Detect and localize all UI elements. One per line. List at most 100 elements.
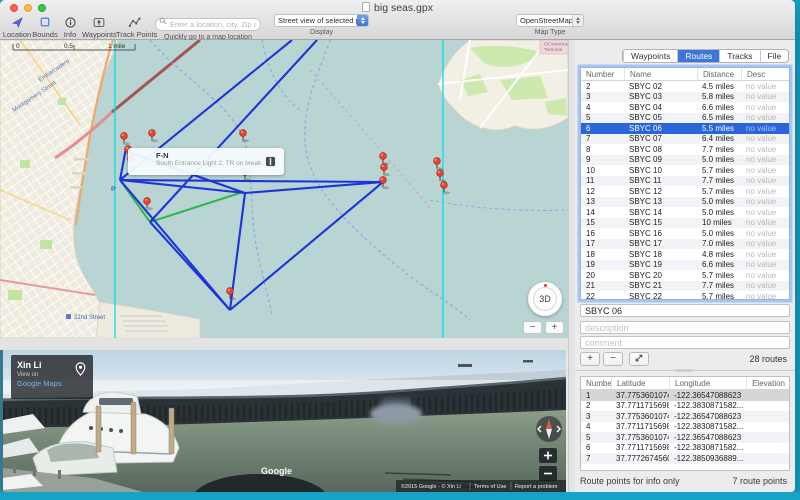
callout-subtitle: South Entrance Light 2. TR on break... [156,160,264,167]
map-zoom-in-button[interactable]: + [545,321,564,334]
route-row[interactable]: 5 SBYC 05 6.5 miles no value [581,112,789,123]
sv-compass[interactable] [536,416,562,442]
maptype-dropdown-value: OpenStreetMap [520,16,572,25]
col-latitude[interactable]: Latitude [611,377,669,389]
compass-3d-label: 3D [539,294,551,304]
pin-callout[interactable]: F-N South Entrance Light 2. TR on break.… [128,148,284,175]
toolbar-bounds-button[interactable]: Bounds [32,14,58,39]
add-route-button[interactable]: + [580,352,600,366]
map-canvas: Of America Terminal 0 0.5 1 mile Embarca… [0,40,568,338]
route-row[interactable]: 20 SBYC 20 5.7 miles no value [581,270,789,281]
route-row[interactable]: 19 SBYC 19 6.6 miles no value [581,259,789,270]
toolbar-waypoints-button[interactable]: Waypoints [82,14,117,39]
route-row[interactable]: 10 SBYC 10 5.7 miles no value [581,165,789,176]
tab-bar: Waypoints Routes Tracks File [622,49,790,63]
search-input[interactable] [155,18,261,31]
expand-arrows-icon [635,354,643,362]
point-row[interactable]: 3 37.7753601074... -122.36547088623 [581,411,789,422]
point-row[interactable]: 6 37.7711715698... -122.3830871582... [581,442,789,453]
route-row[interactable]: 6 SBYC 06 5.5 miles no value [581,123,789,134]
map-3d-compass-button[interactable]: 3D [528,282,562,316]
route-row[interactable]: 3 SBYC 03 5.8 miles no value [581,91,789,102]
route-row[interactable]: 9 SBYC 09 5.0 miles no value [581,154,789,165]
routes-count: 28 routes [749,354,787,364]
map-panel-divider[interactable] [568,40,575,492]
map-streetview-divider[interactable] [0,338,568,350]
route-row[interactable]: 13 SBYC 13 5.0 miles no value [581,196,789,207]
route-row[interactable]: 21 SBYC 21 7.7 miles no value [581,280,789,291]
stepper-arrows-icon [572,15,583,26]
route-row[interactable]: 15 SBYC 15 10 miles no value [581,217,789,228]
map-zoom-out-button[interactable]: − [523,321,542,334]
panel-splitter[interactable] [575,369,795,372]
route-row[interactable]: 16 SBYC 16 5.0 miles no value [581,228,789,239]
map-zoom-controls: − + [523,321,564,334]
route-row[interactable]: 2 SBYC 02 4.5 miles no value [581,81,789,92]
route-name-field[interactable] [580,304,790,317]
point-row[interactable]: 5 37.7753601074... -122.36547088623 [581,432,789,443]
points-status-left: Route points for info only [580,476,680,486]
street22-label: 22nd Street [74,315,105,321]
map-view[interactable]: Of America Terminal 0 0.5 1 mile Embarca… [0,40,568,338]
col-name[interactable]: Name [624,68,697,80]
point-row[interactable]: 2 37.7711715698... -122.3830871582... [581,400,789,411]
toolbar-info-button[interactable]: Info [58,14,82,39]
display-dropdown[interactable]: Street view of selected pin [274,14,369,27]
route-row[interactable]: 8 SBYC 08 7.7 miles no value [581,144,789,155]
street-view[interactable]: Google ©2015 Google - © Xin Li Terms of … [3,350,566,492]
window-header: big seas.gpx Location Bounds Info Waypoi… [0,0,795,41]
window-title: big seas.gpx [374,2,433,14]
description-field[interactable] [580,321,790,334]
route-row[interactable]: 12 SBYC 12 5.7 miles no value [581,186,789,197]
app-window: big seas.gpx Location Bounds Info Waypoi… [0,0,795,492]
zoom-to-route-button[interactable] [629,352,649,366]
route-row[interactable]: 7 SBYC 07 6.4 miles no value [581,133,789,144]
toolbar: Location Bounds Info Waypoints Track Poi… [2,14,584,41]
col-number[interactable]: Number [581,68,624,80]
parking-label: P [111,186,116,193]
route-row[interactable]: 22 SBYC 22 5.7 miles no value [581,291,789,299]
maptype-dropdown[interactable]: OpenStreetMap [516,14,584,27]
bounds-square-icon [32,15,58,29]
location-arrow-icon [2,15,32,29]
route-row[interactable]: 18 SBYC 18 4.8 miles no value [581,249,789,260]
info-icon [58,15,82,29]
sv-terms-link[interactable]: Terms of Use [474,484,506,490]
tab[interactable]: Routes [677,50,720,62]
streetview-icon[interactable] [265,156,276,167]
remove-route-button[interactable]: − [603,352,623,366]
tab[interactable]: Waypoints [623,50,677,62]
scale-start: 0 [16,43,20,50]
sv-zoom-in-button[interactable] [539,448,557,463]
search-icon [159,17,167,25]
tab[interactable]: Tracks [719,50,759,62]
point-row[interactable]: 1 37.7753601074... -122.36547088623 [581,390,789,401]
col-elevation[interactable]: Elevation [746,377,789,389]
routes-table-header: Number Name Distance Desc [581,68,789,81]
col-desc[interactable]: Desc [741,68,789,80]
route-row[interactable]: 4 SBYC 04 6.6 miles no value [581,102,789,113]
route-row[interactable]: 14 SBYC 14 5.0 miles no value [581,207,789,218]
sv-zoom-out-button[interactable] [539,466,557,481]
toolbar-search-group: Quickly go to a map location [155,14,261,41]
point-row[interactable]: 7 37.7772674560... -122.3850936889... [581,453,789,464]
route-row[interactable]: 17 SBYC 17 7.0 miles no value [581,238,789,249]
col-distance[interactable]: Distance [697,68,741,80]
toolbar-location-button[interactable]: Location [2,14,32,39]
sv-google-maps-link[interactable]: Google Maps [17,379,87,388]
google-logo: Google [261,466,292,476]
points-table-body: 1 37.7753601074... -122.36547088623 2 37… [581,390,789,464]
toolbar-display-group: Street view of selected pin Display [274,14,369,36]
toolbar-trackpoints-button[interactable]: Track Points [116,14,157,39]
col-point-number[interactable]: Number [581,377,611,389]
comment-field[interactable] [580,336,790,349]
sv-report-link[interactable]: Report a problem [515,484,558,490]
route-points-table: Number Latitude Longitude Elevation 1 37… [580,376,790,471]
point-row[interactable]: 4 37.7711715698... -122.3830871582... [581,421,789,432]
route-row[interactable]: 11 SBYC 11 7.7 miles no value [581,175,789,186]
tab[interactable]: File [759,50,789,62]
sv-attribution-bar: ©2015 Google - © Xin Li Terms of Use Rep… [396,480,566,492]
routes-table: Number Name Distance Desc 2 SBYC 02 4.5 … [580,67,790,300]
col-longitude[interactable]: Longitude [669,377,746,389]
routes-table-body: 2 SBYC 02 4.5 miles no value 3 SBYC 03 5… [581,81,789,299]
